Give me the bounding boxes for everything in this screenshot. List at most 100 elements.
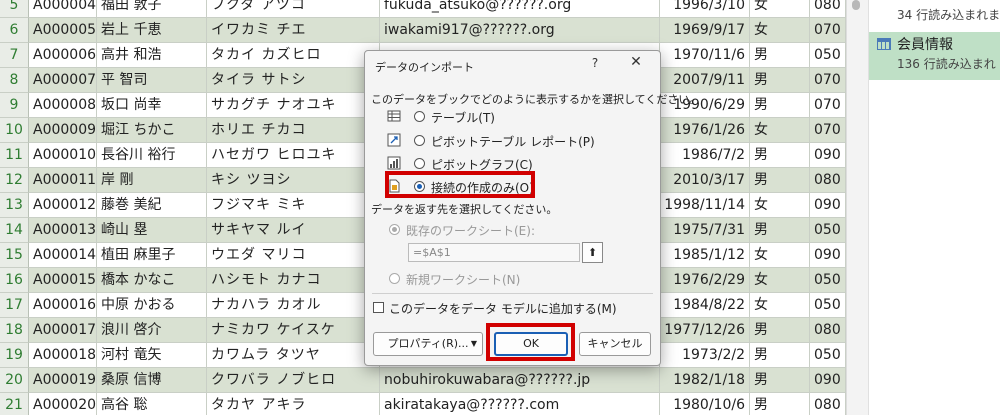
member-id-cell[interactable]: A000004 (29, 0, 97, 18)
birthdate-cell[interactable]: 1986/7/2 (660, 143, 750, 168)
row-number[interactable]: 10 (0, 118, 29, 143)
zip-cell[interactable]: 090 (810, 243, 846, 268)
kana-cell[interactable]: フジマキ ミキ (207, 193, 380, 218)
member-id-cell[interactable]: A000013 (29, 218, 97, 243)
table-row[interactable]: 5 A000004 福田 敦子 フクダ アツコ fukuda_atsuko@??????… (0, 0, 846, 18)
row-number[interactable]: 11 (0, 143, 29, 168)
email-cell[interactable]: fukuda_atsuko@??????.org (380, 0, 660, 18)
radio-existing-sheet[interactable] (389, 224, 400, 235)
zip-cell[interactable]: 070 (810, 68, 846, 93)
member-id-cell[interactable]: A000017 (29, 318, 97, 343)
kana-cell[interactable]: ハシモト カナコ (207, 268, 380, 293)
cell-reference-input[interactable]: =$A$1 (408, 243, 580, 262)
name-cell[interactable]: 岩上 千恵 (97, 18, 207, 43)
kana-cell[interactable]: サキヤマ ルイ (207, 218, 380, 243)
gender-cell[interactable]: 男 (750, 393, 810, 415)
zip-cell[interactable]: 070 (810, 18, 846, 43)
name-cell[interactable]: 植田 麻里子 (97, 243, 207, 268)
birthdate-cell[interactable]: 1984/8/22 (660, 293, 750, 318)
kana-cell[interactable]: タイラ サトシ (207, 68, 380, 93)
scroll-thumb[interactable] (852, 0, 860, 10)
member-id-cell[interactable]: A000012 (29, 193, 97, 218)
member-id-cell[interactable]: A000018 (29, 343, 97, 368)
gender-cell[interactable]: 女 (750, 118, 810, 143)
zip-cell[interactable]: 080 (810, 318, 846, 343)
name-cell[interactable]: 河村 竜矢 (97, 343, 207, 368)
email-cell[interactable]: nobuhirokuwabara@??????.jp (380, 368, 660, 393)
option-existing-sheet[interactable]: 既存のワークシート(E): (362, 220, 622, 240)
row-number[interactable]: 6 (0, 18, 29, 43)
birthdate-cell[interactable]: 1996/3/10 (660, 0, 750, 18)
email-cell[interactable]: akiratakaya@??????.com (380, 393, 660, 415)
gender-cell[interactable]: 女 (750, 243, 810, 268)
kana-cell[interactable]: ナミカワ ケイスケ (207, 318, 380, 343)
row-number[interactable]: 12 (0, 168, 29, 193)
query-item-member-info[interactable]: 会員情報 136 行読み込まれ (869, 32, 1000, 80)
kana-cell[interactable]: イワカミ チエ (207, 18, 380, 43)
birthdate-cell[interactable]: 1976/2/29 (660, 268, 750, 293)
radio-table[interactable] (414, 111, 425, 122)
member-id-cell[interactable]: A000014 (29, 243, 97, 268)
member-id-cell[interactable]: A000015 (29, 268, 97, 293)
row-number[interactable]: 5 (0, 0, 29, 18)
birthdate-cell[interactable]: 1977/12/26 (660, 318, 750, 343)
row-number[interactable]: 7 (0, 43, 29, 68)
birthdate-cell[interactable]: 1998/11/14 (660, 193, 750, 218)
kana-cell[interactable]: ナカハラ カオル (207, 293, 380, 318)
row-number[interactable]: 15 (0, 243, 29, 268)
birthdate-cell[interactable]: 1985/1/12 (660, 243, 750, 268)
birthdate-cell[interactable]: 2007/9/11 (660, 68, 750, 93)
kana-cell[interactable]: クワバラ ノブヒロ (207, 368, 380, 393)
row-number[interactable]: 13 (0, 193, 29, 218)
name-cell[interactable]: 福田 敦子 (97, 0, 207, 18)
member-id-cell[interactable]: A000008 (29, 93, 97, 118)
option-pivot-table[interactable]: ピボットテーブル レポート(P) (387, 131, 647, 151)
row-number[interactable]: 19 (0, 343, 29, 368)
member-id-cell[interactable]: A000009 (29, 118, 97, 143)
gender-cell[interactable]: 男 (750, 143, 810, 168)
name-cell[interactable]: 桑原 信博 (97, 368, 207, 393)
email-cell[interactable]: iwakami917@??????.org (380, 18, 660, 43)
birthdate-cell[interactable]: 1980/10/6 (660, 393, 750, 415)
zip-cell[interactable]: 050 (810, 43, 846, 68)
range-select-button[interactable]: ⬆ (582, 242, 603, 263)
properties-button[interactable]: プロパティ(R)... ▼ (373, 332, 483, 356)
birthdate-cell[interactable]: 1973/2/2 (660, 343, 750, 368)
zip-cell[interactable]: 090 (810, 193, 846, 218)
gender-cell[interactable]: 男 (750, 93, 810, 118)
gender-cell[interactable]: 女 (750, 193, 810, 218)
zip-cell[interactable]: 080 (810, 393, 846, 415)
gender-cell[interactable]: 男 (750, 318, 810, 343)
name-cell[interactable]: 長谷川 裕行 (97, 143, 207, 168)
zip-cell[interactable]: 080 (810, 0, 846, 18)
row-number[interactable]: 16 (0, 268, 29, 293)
birthdate-cell[interactable]: 1970/11/6 (660, 43, 750, 68)
birthdate-cell[interactable]: 1982/1/18 (660, 368, 750, 393)
kana-cell[interactable]: タカヤ アキラ (207, 393, 380, 415)
help-button[interactable]: ? (587, 56, 603, 70)
gender-cell[interactable]: 女 (750, 268, 810, 293)
zip-cell[interactable]: 080 (810, 168, 846, 193)
table-row[interactable]: 21 A000020 高谷 聡タカヤ アキラ akiratakaya@??????.c… (0, 393, 846, 415)
gender-cell[interactable]: 女 (750, 18, 810, 43)
kana-cell[interactable]: ホリエ チカコ (207, 118, 380, 143)
radio-new-sheet[interactable] (389, 273, 400, 284)
zip-cell[interactable]: 070 (810, 118, 846, 143)
gender-cell[interactable]: 男 (750, 368, 810, 393)
member-id-cell[interactable]: A000016 (29, 293, 97, 318)
name-cell[interactable]: 坂口 尚幸 (97, 93, 207, 118)
name-cell[interactable]: 平 智司 (97, 68, 207, 93)
name-cell[interactable]: 中原 かおる (97, 293, 207, 318)
member-id-cell[interactable]: A000011 (29, 168, 97, 193)
birthdate-cell[interactable]: 2010/3/17 (660, 168, 750, 193)
add-to-data-model-checkbox[interactable] (373, 302, 384, 313)
table-row[interactable]: 20 A000019 桑原 信博 クワバラ ノブヒロ nobuhirokuwabara@… (0, 368, 846, 393)
row-number[interactable]: 14 (0, 218, 29, 243)
row-number[interactable]: 20 (0, 368, 29, 393)
member-id-cell[interactable]: A000007 (29, 68, 97, 93)
birthdate-cell[interactable]: 1969/9/17 (660, 18, 750, 43)
zip-cell[interactable]: 050 (810, 268, 846, 293)
zip-cell[interactable]: 070 (810, 93, 846, 118)
zip-cell[interactable]: 090 (810, 143, 846, 168)
member-id-cell[interactable]: A000020 (29, 393, 97, 415)
